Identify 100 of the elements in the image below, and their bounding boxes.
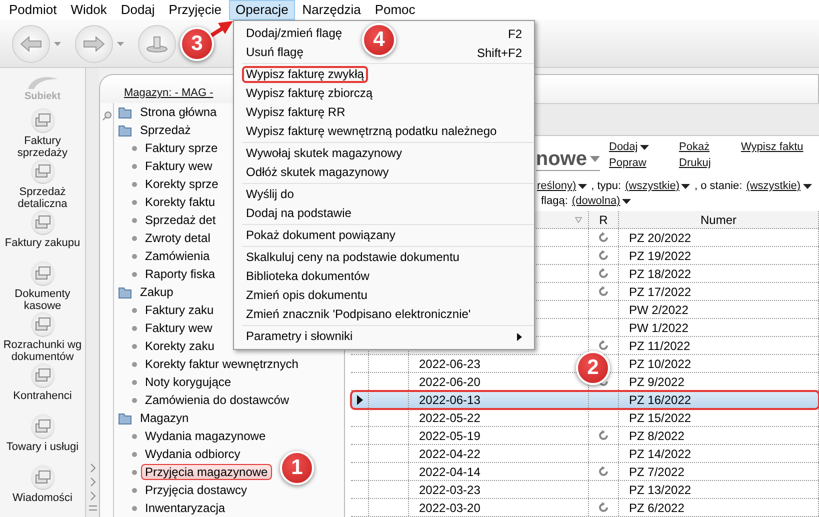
menu-item[interactable]: Odłóż skutek magazynowy	[242, 164, 393, 181]
menu-item[interactable]: Usuń flagę	[242, 44, 308, 61]
tree-item[interactable]: Sprzedaż	[136, 122, 195, 138]
tree-item[interactable]: Magazyn	[136, 410, 193, 426]
tree-item[interactable]: Korekty faktur wewnętrznych	[141, 356, 302, 372]
table-row[interactable]: 2022-04-14 PZ 7/2022	[351, 463, 819, 482]
filter-link[interactable]: (dowolna)	[572, 195, 632, 208]
table-cell: PW 1/2022	[629, 320, 688, 335]
table-cell: PZ 13/2022	[629, 482, 692, 497]
menu-title[interactable]: Dodaj	[114, 0, 162, 20]
menu-item[interactable]: Wypisz fakturę zwykłą	[242, 66, 368, 83]
tree-item[interactable]: Zakup	[136, 284, 178, 300]
tree-item[interactable]: Strona główna	[136, 104, 221, 120]
document-stack-icon	[34, 419, 50, 433]
nav-button[interactable]: Faktury zakupu	[0, 210, 85, 261]
action-link[interactable]: Dodaj	[609, 141, 679, 157]
tree-item[interactable]: Faktury wew	[141, 320, 216, 336]
tree-item[interactable]: Faktury wew	[141, 158, 216, 174]
table-cell: PZ 8/2022	[629, 428, 684, 443]
table-cell: PZ 17/2022	[629, 284, 692, 299]
toolbar-button[interactable]	[75, 24, 124, 62]
tree-item[interactable]: Zamówienia	[141, 248, 214, 264]
table-cell: 2022-06-13	[419, 392, 480, 407]
arrow-icon	[20, 36, 42, 52]
tree-item[interactable]: Noty korygujące	[141, 374, 236, 390]
nav-button[interactable]: Towary i usługi	[0, 414, 85, 465]
tree-item[interactable]: Korekty faktu	[141, 194, 220, 210]
menu-title[interactable]: Operacje	[228, 0, 296, 20]
filter-label: flagą:	[541, 195, 568, 208]
stamp-icon	[146, 34, 168, 52]
bullet-icon	[132, 488, 137, 492]
action-link[interactable]: Wypisz faktu	[741, 141, 804, 157]
tree-item[interactable]: Faktury zaku	[141, 302, 218, 318]
menu-title[interactable]: Widok	[64, 0, 114, 20]
submenu-arrow-icon	[517, 332, 522, 340]
table-cell: PZ 16/2022	[629, 392, 692, 407]
nav-button[interactable]: Rozrachunki wg dokumentów	[0, 312, 85, 363]
store-link[interactable]: Magazyn: - MAG -	[124, 87, 214, 99]
action-link[interactable]: Drukuj	[679, 157, 741, 173]
bullet-icon	[132, 308, 137, 312]
tree-item[interactable]: Przyjęcia dostawcy	[141, 482, 252, 498]
menu-item[interactable]: Wypisz fakturę zbiorczą	[242, 85, 377, 102]
table-row[interactable]: 2022-03-23 PZ 13/2022	[351, 481, 819, 500]
bullet-icon	[132, 272, 137, 276]
toolbar-button[interactable]	[12, 24, 61, 62]
bullet-icon	[132, 326, 137, 330]
menu-title[interactable]: Przyjęcie	[162, 0, 229, 20]
action-link[interactable]: Popraw	[609, 157, 679, 173]
bullet-icon	[132, 182, 137, 186]
menu-item[interactable]: Dodaj/zmień flagę	[242, 25, 346, 42]
nav-button[interactable]: Sprzedaż detaliczna	[0, 159, 85, 210]
nav-button[interactable]: Dokumenty kasowe	[0, 261, 85, 312]
collapse-icon	[88, 505, 96, 511]
filter-link[interactable]: reślony)	[537, 180, 588, 192]
action-link[interactable]: Pokaż	[679, 141, 741, 157]
tree-item[interactable]: Korekty sprze	[141, 176, 222, 192]
filter-label: , o stanie:	[694, 180, 742, 192]
nav-button[interactable]: Wiadomości	[0, 465, 85, 516]
filter-link[interactable]: (wszystkie)	[746, 180, 812, 192]
tree-item[interactable]: Sprzedaż det	[141, 212, 220, 228]
tree-item[interactable]: Zamówienia do dostawców	[141, 392, 294, 408]
menu-item[interactable]: Dodaj na podstawie	[242, 205, 356, 222]
bullet-icon	[132, 362, 137, 366]
column-header[interactable]: Numer	[619, 211, 819, 228]
nav-button[interactable]: Faktury sprzedaży	[0, 108, 85, 159]
arrow-icon	[83, 36, 105, 52]
tree-item[interactable]: Wydania magazynowe	[141, 428, 270, 444]
menu-title[interactable]: Podmiot	[2, 0, 64, 20]
tree-item[interactable]: Wydania odbiorcy	[141, 446, 244, 462]
table-row[interactable]: 2022-04-22 PZ 14/2022	[351, 445, 819, 464]
bullet-icon	[132, 506, 137, 510]
tree-item[interactable]: Korekty zaku	[141, 338, 218, 354]
menu-title[interactable]: Narzędzia	[295, 0, 368, 20]
table-row[interactable]: 2022-05-19 PZ 8/2022	[351, 427, 819, 446]
document-stack-icon	[34, 113, 50, 127]
menu-item[interactable]: Wyślij do	[242, 186, 298, 203]
menu-item[interactable]: Wypisz fakturę RR	[242, 104, 350, 121]
folder-icon	[118, 105, 132, 119]
table-cell: PZ 19/2022	[629, 248, 692, 263]
tree-item[interactable]: Raporty fiska	[141, 266, 220, 282]
bullet-icon	[132, 398, 137, 402]
column-header[interactable]: R	[589, 211, 619, 228]
table-row[interactable]: 2022-03-20 PZ 6/2022	[351, 499, 819, 517]
toolbar-button[interactable]	[138, 24, 176, 62]
table-cell: 2022-03-23	[419, 482, 480, 497]
menu-item[interactable]: Wywołaj skutek magazynowy	[242, 145, 406, 162]
table-cell: 2022-04-14	[419, 464, 480, 479]
tree-item[interactable]: Faktury sprze	[141, 140, 222, 156]
table-cell: PZ 11/2022	[629, 338, 690, 353]
filter-link[interactable]: (wszystkie)	[625, 180, 690, 192]
filter-label: , typu:	[591, 180, 622, 192]
table-row[interactable]: 2022-06-13 PZ 16/2022	[351, 391, 819, 410]
caret-icon	[54, 42, 61, 46]
tree-item[interactable]: Przyjęcia magazynowe	[141, 464, 272, 480]
nav-button[interactable]: Kontrahenci	[0, 363, 85, 414]
table-row[interactable]: 2022-05-22 PZ 15/2022	[351, 409, 819, 428]
menu-title[interactable]: Pomoc	[368, 0, 422, 20]
tree-item[interactable]: Inwentaryzacja	[141, 500, 230, 516]
menu-item[interactable]: Wypisz fakturę wewnętrzną podatku należnego	[242, 123, 501, 140]
tree-item[interactable]: Zwroty detal	[141, 230, 214, 246]
